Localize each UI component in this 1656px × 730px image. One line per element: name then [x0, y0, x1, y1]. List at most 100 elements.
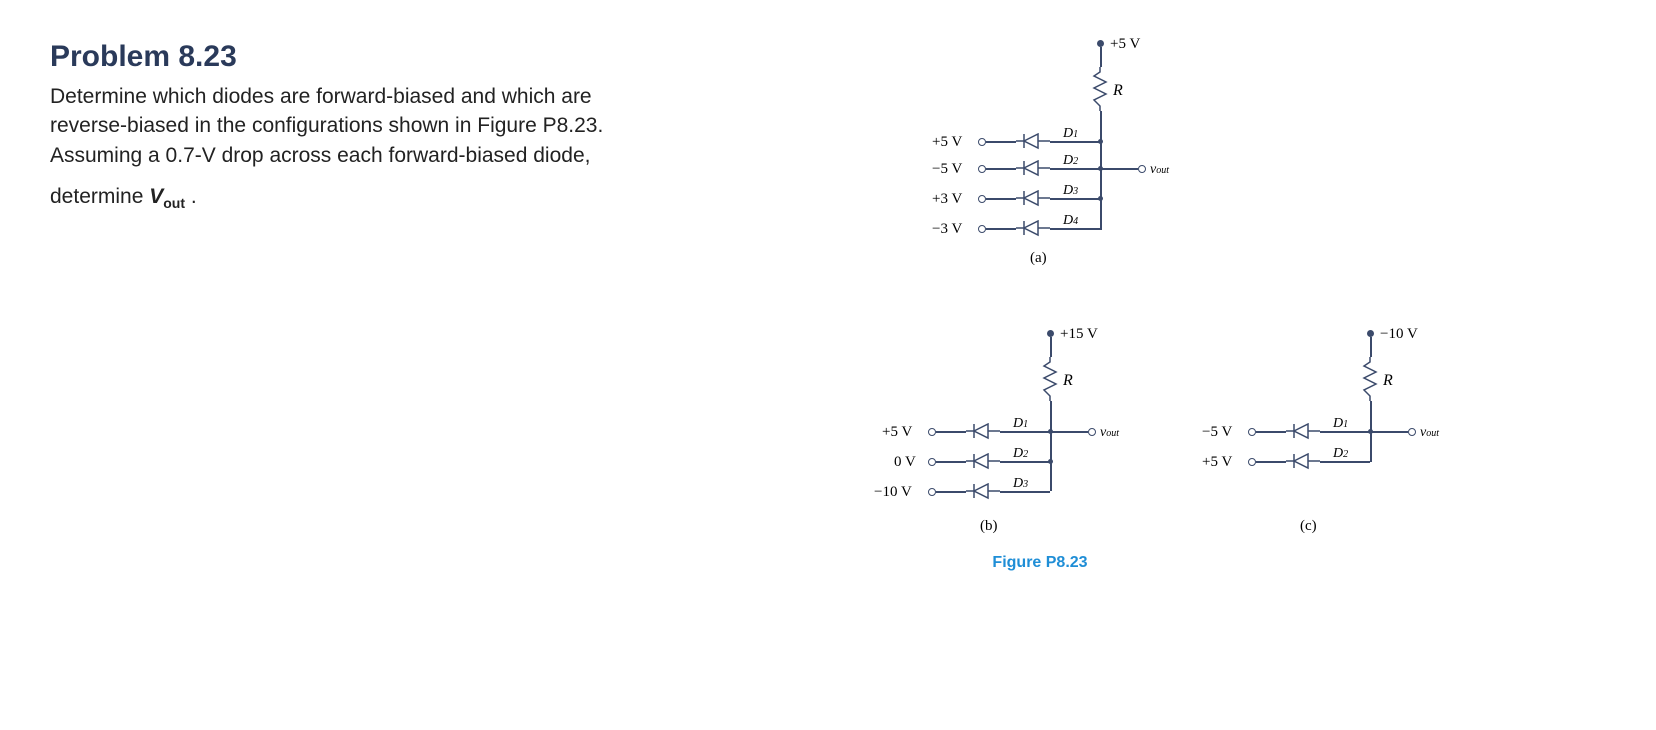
resistor-label-a: R: [1113, 82, 1123, 100]
prompt-line1: Determine which diodes are forward-biase…: [50, 85, 592, 108]
diode-label-a2: D2: [1063, 153, 1078, 169]
wire: [986, 198, 1016, 200]
diode-a1: [1016, 133, 1056, 153]
wire: [1100, 111, 1102, 141]
circuit-b: +15 V R vout +5 V D1 0 V D2 −10 V: [850, 330, 1150, 570]
dsub: 2: [1343, 449, 1348, 460]
part-label-b: (b): [980, 518, 998, 535]
diode-b2: [966, 453, 1006, 473]
d: D: [1063, 213, 1073, 228]
wire: [1370, 401, 1372, 431]
vout-symbol: V: [149, 185, 163, 208]
input-voltage-a2: −5 V: [932, 161, 962, 178]
dsub: 1: [1073, 129, 1078, 140]
d: D: [1063, 153, 1073, 168]
prompt-line4-suffix: .: [191, 185, 197, 208]
input-voltage-b3: −10 V: [874, 484, 912, 501]
input-terminal-b1: [928, 428, 936, 436]
d: D: [1013, 416, 1023, 431]
dsub: 2: [1023, 449, 1028, 460]
diode-a4: [1016, 220, 1056, 240]
vout-terminal-b: [1088, 428, 1096, 436]
d: D: [1013, 476, 1023, 491]
d: D: [1333, 416, 1343, 431]
input-voltage-b1: +5 V: [882, 424, 912, 441]
input-voltage-a1: +5 V: [932, 134, 962, 151]
wire: [1100, 168, 1138, 170]
d: D: [1013, 446, 1023, 461]
circuit-a: +5 V R vout +5 V D1 −5 V D2 +3: [900, 40, 1200, 300]
dsub: 2: [1073, 156, 1078, 167]
vout-label-b: vout: [1100, 425, 1119, 441]
resistor-label-c: R: [1383, 372, 1393, 390]
vout-sub: out: [1156, 165, 1169, 176]
diode-label-a3: D3: [1063, 183, 1078, 199]
input-terminal-a3: [978, 195, 986, 203]
input-terminal-a4: [978, 225, 986, 233]
diode-b1: [966, 423, 1006, 443]
wire: [1370, 431, 1408, 433]
diode-a3: [1016, 190, 1056, 210]
supply-label-b: +15 V: [1060, 326, 1098, 343]
vout-sub: out: [1106, 428, 1119, 439]
supply-label-c: −10 V: [1380, 326, 1418, 343]
wire: [1100, 141, 1102, 230]
wire: [986, 228, 1016, 230]
supply-node-a: [1097, 40, 1104, 47]
d: D: [1333, 446, 1343, 461]
resistor-c: [1362, 357, 1382, 405]
prompt-line3: Assuming a 0.7-V drop across each forwar…: [50, 144, 590, 167]
wire: [1370, 431, 1372, 462]
wire: [1100, 47, 1102, 67]
wire: [1256, 431, 1286, 433]
supply-node-b: [1047, 330, 1054, 337]
resistor-b: [1042, 357, 1062, 405]
diode-label-b3: D3: [1013, 476, 1028, 492]
diode-label-b1: D1: [1013, 416, 1028, 432]
wire: [1050, 337, 1052, 357]
dsub: 3: [1023, 479, 1028, 490]
dsub: 3: [1073, 186, 1078, 197]
input-voltage-c1: −5 V: [1202, 424, 1232, 441]
dsub: 1: [1343, 419, 1348, 430]
vout-terminal-c: [1408, 428, 1416, 436]
diode-b3: [966, 483, 1006, 503]
node: [1368, 429, 1373, 434]
input-terminal-a1: [978, 138, 986, 146]
part-label-a: (a): [1030, 250, 1047, 267]
problem-title: Problem 8.23: [50, 40, 750, 74]
diode-c2: [1286, 453, 1326, 473]
input-voltage-a3: +3 V: [932, 191, 962, 208]
part-label-c: (c): [1300, 518, 1317, 535]
wire: [1256, 461, 1286, 463]
node: [1048, 429, 1053, 434]
dsub: 1: [1023, 419, 1028, 430]
diode-label-c1: D1: [1333, 416, 1348, 432]
supply-label-a: +5 V: [1110, 36, 1140, 53]
wire: [1050, 401, 1052, 431]
wire: [986, 141, 1016, 143]
input-terminal-a2: [978, 165, 986, 173]
problem-body: Determine which diodes are forward-biase…: [50, 82, 750, 214]
diode-label-a4: D4: [1063, 213, 1078, 229]
input-terminal-c2: [1248, 458, 1256, 466]
wire: [936, 461, 966, 463]
vout-label-a: vout: [1150, 162, 1169, 178]
resistor-a: [1092, 67, 1112, 115]
wire: [1370, 337, 1372, 357]
vout-sub: out: [1426, 428, 1439, 439]
diode-label-b2: D2: [1013, 446, 1028, 462]
prompt-line2: reverse-biased in the configurations sho…: [50, 114, 603, 137]
node: [1048, 459, 1053, 464]
d: D: [1063, 126, 1073, 141]
vout-terminal-a: [1138, 165, 1146, 173]
supply-node-c: [1367, 330, 1374, 337]
figure-area: +5 V R vout +5 V D1 −5 V D2 +3: [790, 40, 1606, 690]
diode-label-a1: D1: [1063, 126, 1078, 142]
input-voltage-b2: 0 V: [894, 454, 916, 471]
input-voltage-a4: −3 V: [932, 221, 962, 238]
diode-label-c2: D2: [1333, 446, 1348, 462]
node: [1098, 166, 1103, 171]
vout-label-c: vout: [1420, 425, 1439, 441]
wire: [936, 491, 966, 493]
